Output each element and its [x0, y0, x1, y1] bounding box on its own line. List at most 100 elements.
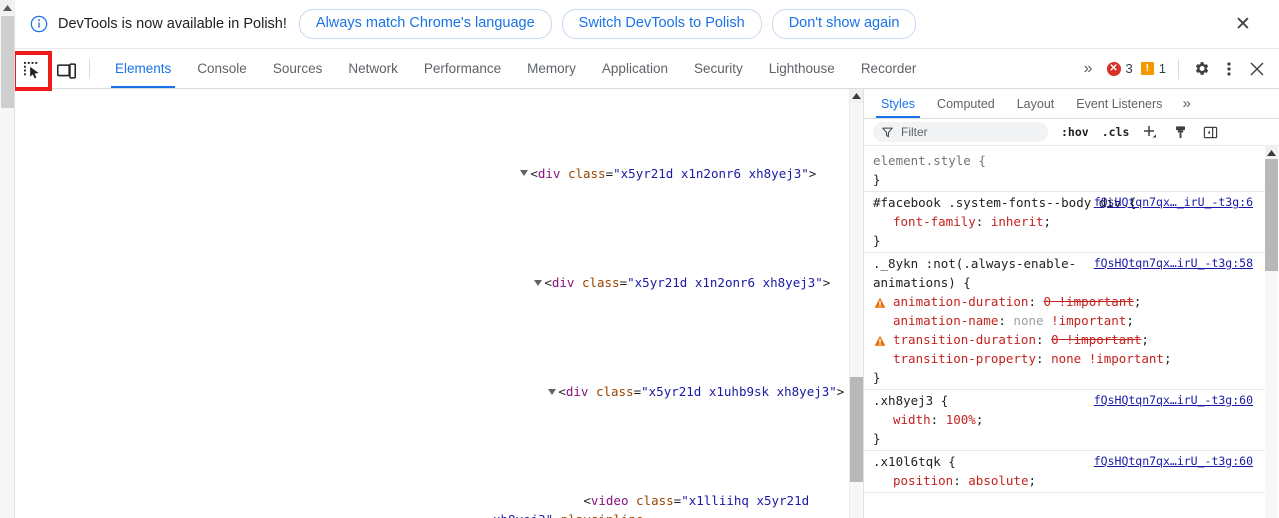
- devtools-panel-tabs: Elements Console Sources Network Perform…: [102, 49, 929, 88]
- plus-new-style-rule-icon[interactable]: [1141, 123, 1159, 141]
- dom-scrollbar-up-arrow[interactable]: [850, 89, 863, 103]
- warning-triangle-icon: [874, 295, 886, 308]
- styles-filter-box[interactable]: [873, 122, 1048, 142]
- style-property-name[interactable]: width: [893, 412, 931, 427]
- close-devtools-icon[interactable]: [1243, 55, 1271, 83]
- tab-memory[interactable]: Memory: [514, 49, 589, 88]
- dom-tree-scrollbar[interactable]: [849, 89, 863, 518]
- dom-line-video[interactable]: <video class="x1lliihq x5yr21d xh8yej3" …: [0, 474, 850, 518]
- tab-application[interactable]: Application: [589, 49, 681, 88]
- dom-scrollbar-thumb[interactable]: [850, 377, 863, 482]
- more-tabs-chevron-icon[interactable]: »: [1072, 60, 1103, 78]
- tab-network[interactable]: Network: [335, 49, 411, 88]
- tab-recorder[interactable]: Recorder: [848, 49, 930, 88]
- dom-line[interactable]: <div class="x5yr21d x1uhb9sk xh8yej3">: [0, 365, 850, 420]
- tab-event-listeners-label: Event Listeners: [1076, 96, 1163, 111]
- style-declaration[interactable]: width: 100%;: [873, 410, 1259, 429]
- style-rule-close-brace: }: [873, 172, 881, 187]
- tab-computed[interactable]: Computed: [926, 89, 1006, 118]
- style-rule-origin-link[interactable]: fQsHQtqn7qx…irU_-t3g:60: [1094, 452, 1253, 471]
- tab-performance-label: Performance: [423, 61, 502, 76]
- tab-styles[interactable]: Styles: [870, 89, 926, 118]
- style-rule-selector[interactable]: element.style {: [873, 153, 986, 168]
- warning-counter[interactable]: ! 1: [1137, 61, 1170, 76]
- style-declaration[interactable]: font-family: inherit;: [873, 212, 1259, 231]
- styles-rules-scroll[interactable]: element.style { } #facebook .system-font…: [864, 146, 1265, 518]
- filter-funnel-icon: [882, 127, 893, 138]
- style-property-name[interactable]: transition-property: [893, 351, 1036, 366]
- style-rule-selector[interactable]: .x10l6tqk {: [873, 454, 956, 469]
- toggle-element-state-hov[interactable]: :hov: [1061, 125, 1089, 139]
- style-property-name[interactable]: animation-duration: [893, 294, 1028, 309]
- dom-tree-scroll[interactable]: <div class="x5yr21d x1n2onr6 xh8yej3"> <…: [0, 89, 850, 518]
- tab-application-label: Application: [601, 61, 668, 76]
- style-property-value[interactable]: 0: [1051, 332, 1059, 347]
- style-property-name[interactable]: transition-duration: [893, 332, 1036, 347]
- page-scrollbar[interactable]: [0, 0, 15, 518]
- tab-security[interactable]: Security: [681, 49, 756, 88]
- always-match-chrome-language-button[interactable]: Always match Chrome's language: [298, 8, 552, 40]
- dom-line[interactable]: <div class="x5yr21d x1n2onr6 xh8yej3">: [0, 147, 850, 202]
- gear-icon[interactable]: [1187, 55, 1215, 83]
- expand-triangle-icon[interactable]: [520, 170, 529, 177]
- style-declaration[interactable]: position: absolute;: [873, 471, 1259, 490]
- banner-close-icon[interactable]: ✕: [1229, 10, 1257, 38]
- tab-elements[interactable]: Elements: [102, 49, 184, 88]
- style-declaration[interactable]: animation-name: none !important;: [873, 311, 1259, 330]
- error-badge-icon: ✕: [1106, 61, 1121, 76]
- tab-sources[interactable]: Sources: [260, 49, 336, 88]
- tab-event-listeners[interactable]: Event Listeners: [1065, 89, 1173, 118]
- style-rule-8ykn-animations[interactable]: ._8ykn :not(.always-enable-animations) {…: [864, 253, 1265, 390]
- tab-layout[interactable]: Layout: [1006, 89, 1066, 118]
- style-rule-element-style[interactable]: element.style { }: [864, 150, 1265, 192]
- tab-performance[interactable]: Performance: [411, 49, 514, 88]
- style-property-value[interactable]: none: [1051, 351, 1081, 366]
- tab-console-label: Console: [197, 61, 247, 76]
- expand-triangle-icon[interactable]: [548, 388, 557, 395]
- style-rule-x10l6tqk[interactable]: .x10l6tqk { fQsHQtqn7qx…irU_-t3g:60 posi…: [864, 451, 1265, 493]
- style-rule-origin-link[interactable]: fQsHQtqn7qx…irU_-t3g:60: [1094, 391, 1253, 410]
- style-declaration[interactable]: transition-duration: 0 !important;: [873, 330, 1259, 349]
- style-declaration[interactable]: transition-property: none !important;: [873, 349, 1259, 368]
- print-media-icon[interactable]: [1171, 123, 1189, 141]
- style-rule-facebook-system-fonts[interactable]: #facebook .system-fonts--body div { fQsH…: [864, 192, 1265, 253]
- style-property-value[interactable]: inherit: [991, 214, 1044, 229]
- style-property-value[interactable]: 100%: [946, 412, 976, 427]
- style-rule-origin-link[interactable]: fQsHQtqn7qx…_irU_-t3g:6: [1094, 193, 1253, 212]
- toolbar-right-group: » ✕ 3 ! 1: [1072, 49, 1279, 88]
- kebab-menu-icon[interactable]: [1215, 55, 1243, 83]
- style-rule-xh8yej3[interactable]: .xh8yej3 { fQsHQtqn7qx…irU_-t3g:60 width…: [864, 390, 1265, 451]
- expand-triangle-icon[interactable]: [534, 279, 543, 286]
- dont-show-again-button[interactable]: Don't show again: [771, 8, 917, 40]
- warning-badge-icon: !: [1140, 62, 1154, 75]
- style-declaration[interactable]: animation-duration: 0 !important;: [873, 292, 1259, 311]
- style-property-value[interactable]: none: [1013, 313, 1043, 328]
- tab-console[interactable]: Console: [184, 49, 260, 88]
- styles-scrollbar-thumb[interactable]: [1265, 159, 1278, 271]
- style-rule-selector[interactable]: ._8ykn :not(.always-enable-animations) {: [873, 256, 1076, 290]
- style-property-value[interactable]: absolute: [968, 473, 1028, 488]
- style-rule-selector-row: #facebook .system-fonts--body div { fQsH…: [873, 193, 1259, 212]
- styles-more-tabs-chevron-icon[interactable]: »: [1173, 89, 1197, 118]
- style-property-name[interactable]: font-family: [893, 214, 976, 229]
- tab-lighthouse[interactable]: Lighthouse: [756, 49, 848, 88]
- styles-scrollbar-up-arrow[interactable]: [1265, 146, 1278, 159]
- page-scrollbar-up-arrow[interactable]: [0, 0, 15, 15]
- device-toolbar-icon[interactable]: [50, 55, 82, 87]
- switch-devtools-to-polish-button[interactable]: Switch DevTools to Polish: [561, 8, 762, 40]
- styles-filter-input[interactable]: [899, 124, 1039, 140]
- style-rule-origin-link[interactable]: fQsHQtqn7qx…irU_-t3g:58: [1094, 254, 1253, 273]
- dom-line[interactable]: <div class="x5yr21d x1n2onr6 xh8yej3">: [0, 256, 850, 311]
- error-counter[interactable]: ✕ 3: [1103, 61, 1137, 76]
- toggle-sidebar-icon[interactable]: [1201, 123, 1219, 141]
- toggle-class-editor-cls[interactable]: .cls: [1102, 125, 1130, 139]
- styles-scrollbar[interactable]: [1265, 146, 1278, 518]
- style-property-name[interactable]: animation-name: [893, 313, 998, 328]
- inspect-element-icon[interactable]: [12, 50, 52, 91]
- style-property-name[interactable]: position: [893, 473, 953, 488]
- tab-computed-label: Computed: [937, 96, 995, 111]
- page-scrollbar-thumb[interactable]: [1, 16, 14, 108]
- style-rule-selector[interactable]: .xh8yej3 {: [873, 393, 948, 408]
- style-property-value[interactable]: 0: [1044, 294, 1052, 309]
- info-circle-icon: [29, 14, 49, 34]
